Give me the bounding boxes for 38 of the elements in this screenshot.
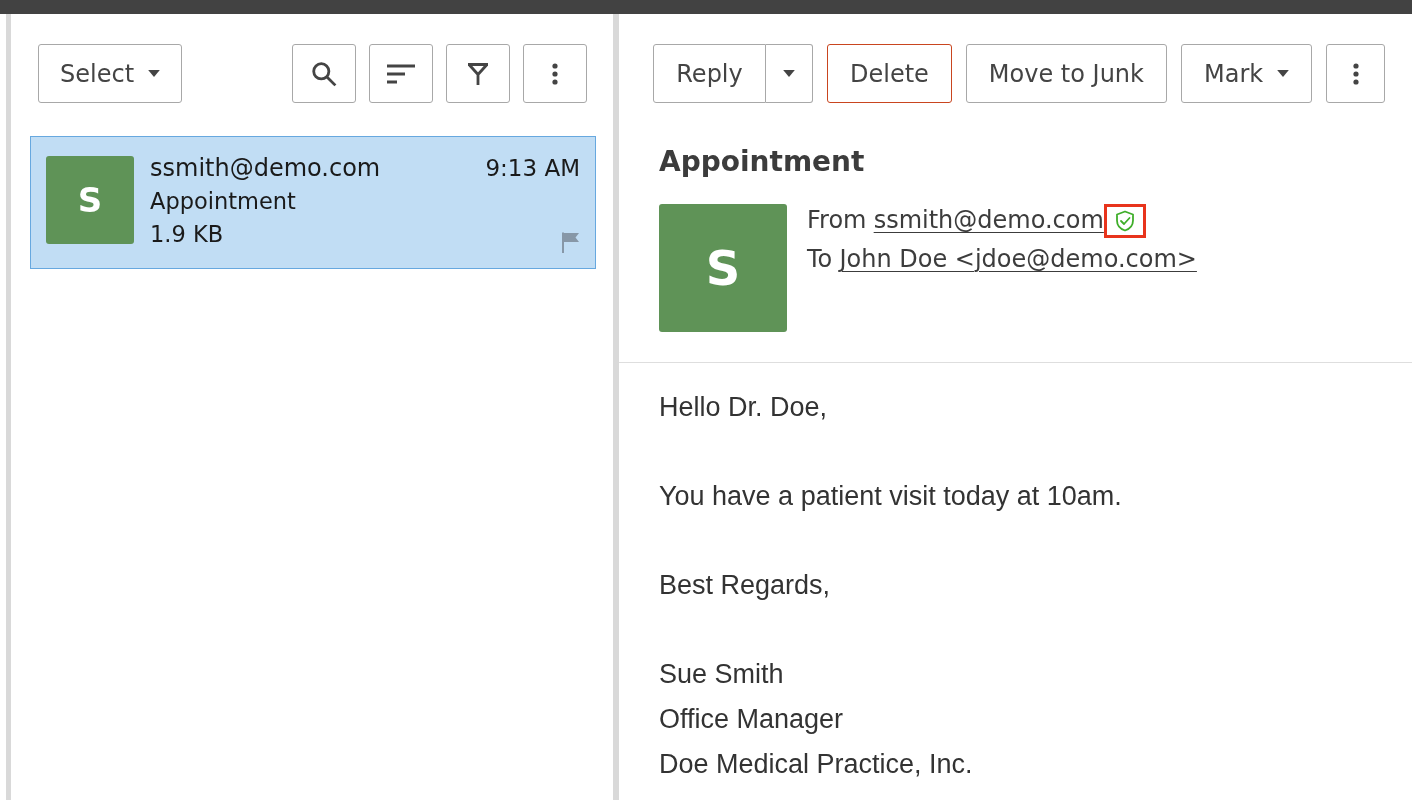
message-time: 9:13 AM — [485, 154, 580, 181]
sort-button[interactable] — [369, 44, 433, 103]
toolbar-button[interactable]: Move to Junk — [965, 44, 1167, 103]
recipient-link[interactable]: John Doe <jdoe@demo.com> — [839, 240, 1197, 279]
caret-icon — [148, 70, 161, 77]
signature-line: Office Manager — [659, 703, 845, 736]
avatar: S — [659, 204, 787, 332]
reply-options-button[interactable] — [766, 44, 813, 103]
message-size: 1.9 KB — [150, 220, 224, 247]
sender-email: ssmith@demo.com — [150, 153, 381, 182]
body-paragraph: Best Regards, — [659, 569, 832, 602]
message-subject: Appointment — [150, 187, 296, 214]
message-title: Appointment — [659, 145, 866, 179]
reply-button[interactable]: Reply — [653, 44, 766, 103]
more-icon — [552, 62, 558, 85]
signature-line: Doe Medical Practice, Inc. — [659, 748, 974, 781]
mark-dropdown[interactable]: Mark — [1180, 44, 1313, 103]
body-paragraph: Hello Dr. Doe, — [659, 391, 829, 424]
signature-line: Sue Smith — [659, 658, 785, 691]
body-paragraph: You have a patient visit today at 10am. — [659, 480, 1123, 513]
message-item[interactable]: S ssmith@demo.com 9:13 AM Appointment 1.9 KB — [30, 136, 596, 269]
more-button[interactable] — [523, 44, 587, 103]
flag-icon[interactable] — [560, 231, 580, 253]
more-icon — [1352, 62, 1359, 85]
from-label: From — [807, 205, 867, 236]
to-label: To — [807, 244, 833, 275]
more-button[interactable] — [1326, 44, 1386, 103]
caret-icon — [1277, 70, 1290, 77]
filter-icon — [467, 61, 489, 86]
filter-button[interactable] — [446, 44, 510, 103]
search-button[interactable] — [292, 44, 356, 103]
caret-icon — [783, 70, 795, 77]
sort-icon — [387, 63, 415, 84]
delete-button[interactable]: Delete — [827, 44, 952, 103]
avatar: S — [46, 156, 134, 244]
select-dropdown[interactable]: Select — [38, 44, 183, 103]
sender-link[interactable]: ssmith@demo.com — [873, 201, 1104, 240]
search-icon — [311, 60, 337, 87]
